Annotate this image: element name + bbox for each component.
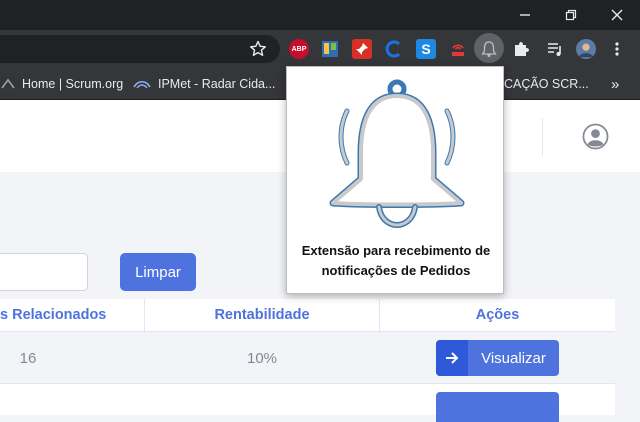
clear-button[interactable]: Limpar (120, 253, 196, 291)
puzzle-icon (515, 42, 529, 56)
window-title-bar (0, 0, 640, 30)
view-button-label: Visualizar (481, 349, 546, 367)
filter-input[interactable] (0, 253, 88, 291)
radio-icon (452, 44, 464, 56)
pushpin-icon (356, 43, 368, 55)
profile-avatar[interactable] (576, 39, 596, 59)
s-extension-icon[interactable]: S (416, 39, 436, 59)
bookmark-ipmet[interactable]: IPMet - Radar Cida... (132, 68, 275, 100)
minimize-button[interactable] (502, 0, 548, 30)
cell-related: 16 (19, 349, 37, 367)
extension-popup: Extensão para recebimento de notificaçõe… (286, 66, 504, 294)
bookmark-star-icon[interactable] (248, 39, 268, 59)
bookmark-scrum[interactable]: Home | Scrum.org (0, 68, 123, 100)
bookmark-label: IPMet - Radar Cida... (158, 77, 276, 91)
column-header-actions: Ações (380, 299, 615, 332)
radio-extension-icon[interactable] (448, 39, 468, 59)
popup-description: Extensão para recebimento de notificaçõe… (301, 243, 491, 278)
bell-extension-icon[interactable] (479, 39, 499, 59)
playlist-icon (548, 43, 561, 56)
browser-menu-button[interactable] (607, 39, 627, 59)
bell-icon (481, 41, 497, 57)
abp-extension-icon[interactable]: ABP (289, 39, 309, 59)
s-label: S (421, 41, 431, 57)
c-logo-icon (385, 40, 401, 58)
scrum-favicon-icon (1, 78, 15, 89)
restore-icon (565, 9, 577, 21)
column-header-related[interactable]: s Relacionados (0, 299, 144, 332)
address-bar[interactable] (0, 35, 280, 63)
abp-label: ABP (291, 45, 307, 53)
kebab-menu-icon (615, 42, 619, 56)
orders-table: s Relacionados Rentabilidade Ações 16 10… (0, 299, 615, 422)
table-row: 16 10% Visualizar (0, 332, 615, 384)
media-control-icon[interactable] (545, 39, 565, 59)
bookmark-label: Home | Scrum.org (22, 77, 124, 91)
close-button[interactable] (594, 0, 640, 30)
board-extension-icon[interactable] (320, 39, 340, 59)
view-button-partial[interactable] (436, 392, 559, 422)
double-chevron-icon: » (611, 75, 620, 93)
puzzle-extension-icon[interactable] (511, 39, 531, 59)
ipmet-favicon-icon (133, 80, 151, 89)
view-button[interactable]: Visualizar (436, 340, 559, 376)
browser-toolbar: ABP S (0, 30, 640, 68)
bookmark-truncated[interactable]: CAÇÃO SCR... (504, 68, 589, 100)
profile-photo-icon (576, 39, 596, 59)
pin-extension-icon[interactable] (352, 39, 372, 59)
header-divider (542, 118, 543, 156)
column-header-profit[interactable]: Rentabilidade (145, 299, 379, 332)
user-avatar-icon[interactable] (582, 123, 609, 150)
bookmarks-overflow-button[interactable]: » (611, 68, 619, 100)
bookmark-label: CAÇÃO SCR... (504, 77, 589, 91)
restore-button[interactable] (548, 0, 594, 30)
minimize-icon (520, 14, 530, 16)
close-icon (611, 9, 623, 21)
cell-profit: 10% (246, 349, 278, 367)
c-extension-icon[interactable] (384, 39, 404, 59)
table-row (0, 385, 615, 422)
board-icon (322, 41, 338, 57)
arrow-right-icon (436, 340, 468, 376)
large-bell-icon (329, 79, 465, 229)
